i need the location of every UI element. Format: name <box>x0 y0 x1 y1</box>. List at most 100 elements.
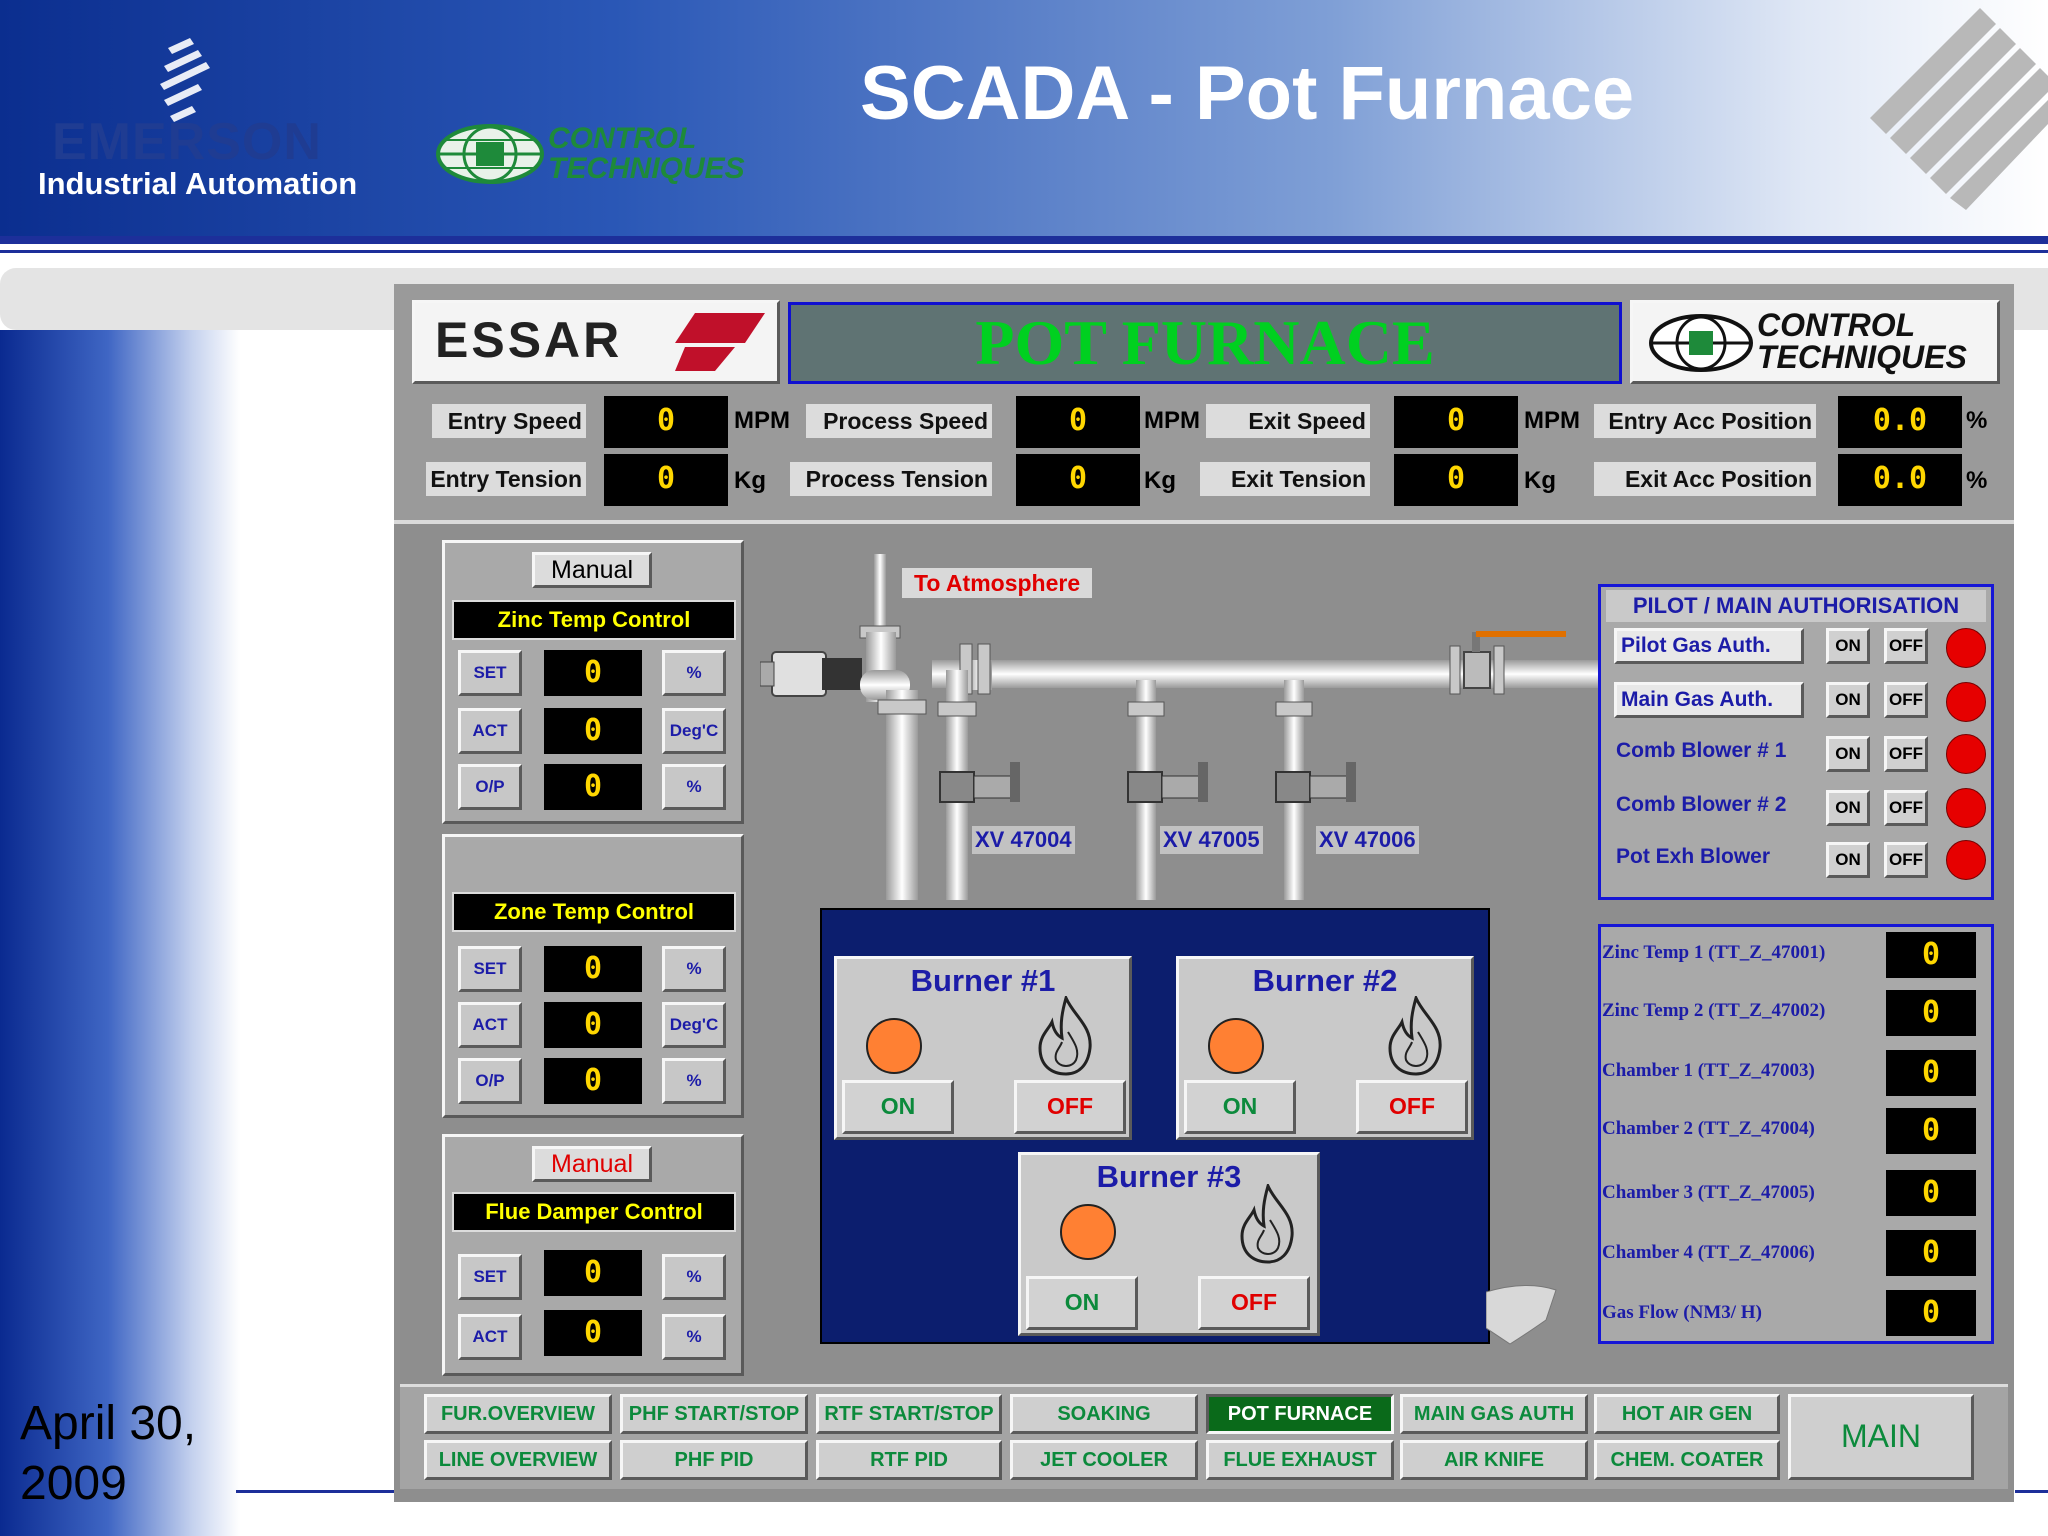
header-divider <box>0 236 2048 244</box>
main-gas-auth-label: Main Gas Auth. <box>1621 688 1774 711</box>
valve-xv47005-label: XV 47005 <box>1160 826 1263 854</box>
slide-left-gradient <box>0 330 240 1536</box>
pot-exh-blower-on-button[interactable]: ON <box>1826 842 1870 878</box>
decorative-stripes-icon <box>1870 8 2048 210</box>
nav-phf-pid[interactable]: PHF PID <box>620 1440 808 1480</box>
zone-set-value: 0 <box>544 946 642 992</box>
pilot-gas-status-led <box>1946 628 1986 668</box>
pilot-gas-auth-label: Pilot Gas Auth. <box>1621 634 1771 657</box>
entry-speed-label: Entry Speed <box>432 404 586 438</box>
sensor-chamber-2-value: 0 <box>1886 1108 1976 1154</box>
burner-1-title: Burner #1 <box>910 963 1056 998</box>
process-tension-value: 0 <box>1016 454 1140 506</box>
nav-rtf-pid[interactable]: RTF PID <box>816 1440 1002 1480</box>
burner-2-title: Burner #2 <box>1252 963 1398 998</box>
nav-line-overview[interactable]: LINE OVERVIEW <box>424 1440 612 1480</box>
header-divider-thin <box>0 250 2048 253</box>
exit-tension-value: 0 <box>1394 454 1518 506</box>
exit-tension-unit: Kg <box>1524 467 1556 494</box>
nav-fur-overview[interactable]: FUR.OVERVIEW <box>424 1394 612 1434</box>
zone-set-button[interactable]: SET <box>458 946 522 992</box>
zinc-manual-button[interactable]: Manual <box>532 552 652 588</box>
zinc-temp-control-header: Zinc Temp Control <box>452 600 736 640</box>
entry-acc-position-label: Entry Acc Position <box>1594 404 1816 438</box>
burner-3-on-button[interactable]: ON <box>1026 1276 1138 1330</box>
nav-pot-furnace[interactable]: POT FURNACE <box>1206 1394 1394 1434</box>
process-tension-label: Process Tension <box>790 462 992 496</box>
nav-main-gas-auth[interactable]: MAIN GAS AUTH <box>1400 1394 1588 1434</box>
nav-hot-air-gen[interactable]: HOT AIR GEN <box>1594 1394 1780 1434</box>
auth-panel-title: PILOT / MAIN AUTHORISATION <box>1606 590 1986 622</box>
zone-act-button[interactable]: ACT <box>458 1002 522 1048</box>
essar-swoosh-icon <box>675 313 765 371</box>
emerson-subtitle: Industrial Automation <box>38 166 358 201</box>
comb-blower-1-off-button[interactable]: OFF <box>1884 736 1928 772</box>
sensor-zinc-temp-2-value: 0 <box>1886 990 1976 1036</box>
nav-phf-start-stop[interactable]: PHF START/STOP <box>620 1394 808 1434</box>
pilot-gas-off-button[interactable]: OFF <box>1884 628 1928 664</box>
entry-acc-position-unit: % <box>1966 407 1988 434</box>
sensor-gas-flow-value: 0 <box>1886 1290 1976 1336</box>
entry-acc-position-value: 0.0 <box>1838 396 1962 448</box>
main-gas-on-button[interactable]: ON <box>1826 682 1870 718</box>
sensor-chamber-4-label: Chamber 4 (TT_Z_47006) <box>1602 1242 1815 1263</box>
flue-set-button[interactable]: SET <box>458 1254 522 1300</box>
zone-op-unit: % <box>662 1058 726 1104</box>
sensor-zinc-temp-1-value: 0 <box>1886 932 1976 978</box>
flue-manual-button[interactable]: Manual <box>532 1146 652 1182</box>
pot-exh-blower-off-button[interactable]: OFF <box>1884 842 1928 878</box>
burner-3-flame-icon <box>1240 1184 1294 1264</box>
date-line2: 2009 <box>20 1457 127 1510</box>
exit-tension-label: Exit Tension <box>1200 462 1370 496</box>
zone-op-button[interactable]: O/P <box>458 1058 522 1104</box>
nav-air-knife[interactable]: AIR KNIFE <box>1400 1440 1588 1480</box>
flue-act-value: 0 <box>544 1310 642 1356</box>
main-gas-off-button[interactable]: OFF <box>1884 682 1928 718</box>
pilot-gas-auth-box: Pilot Gas Auth. <box>1614 628 1804 664</box>
comb-blower-2-status-led <box>1946 788 1986 828</box>
scada-ct-line2: TECHNIQUES <box>1757 339 1967 375</box>
nav-jet-cooler[interactable]: JET COOLER <box>1010 1440 1198 1480</box>
comb-blower-2-on-button[interactable]: ON <box>1826 790 1870 826</box>
control-techniques-brand: CONTROL TECHNIQUES <box>548 124 745 184</box>
comb-blower-1-on-button[interactable]: ON <box>1826 736 1870 772</box>
sensor-chamber-4-value: 0 <box>1886 1230 1976 1276</box>
burner-3-off-button[interactable]: OFF <box>1198 1276 1310 1330</box>
sensor-chamber-3-value: 0 <box>1886 1170 1976 1216</box>
zinc-op-button[interactable]: O/P <box>458 764 522 810</box>
footer-line-right <box>2015 1490 2048 1493</box>
emerson-logo-icon <box>160 38 210 122</box>
flue-act-button[interactable]: ACT <box>458 1314 522 1360</box>
zinc-set-unit: % <box>662 650 726 696</box>
nav-rtf-start-stop[interactable]: RTF START/STOP <box>816 1394 1002 1434</box>
burner-2-off-button[interactable]: OFF <box>1356 1080 1468 1134</box>
entry-tension-label: Entry Tension <box>426 462 586 496</box>
emerson-brand: EMERSON <box>52 113 322 171</box>
comb-blower-2-label: Comb Blower # 2 <box>1616 793 1787 816</box>
slide-date: April 30, 2009 <box>20 1394 196 1514</box>
pot-furnace-title-box: POT FURNACE <box>788 302 1622 384</box>
comb-blower-1-label: Comb Blower # 1 <box>1616 739 1787 762</box>
burner-2-on-button[interactable]: ON <box>1184 1080 1296 1134</box>
burner-1-off-button[interactable]: OFF <box>1014 1080 1126 1134</box>
zinc-act-button[interactable]: ACT <box>458 708 522 754</box>
burner-3-lamp <box>1060 1204 1116 1260</box>
exit-speed-unit: MPM <box>1524 407 1580 434</box>
zinc-act-unit: Deg'C <box>662 708 726 754</box>
flue-damper-control-header: Flue Damper Control <box>452 1192 736 1232</box>
zone-act-unit: Deg'C <box>662 1002 726 1048</box>
pilot-gas-on-button[interactable]: ON <box>1826 628 1870 664</box>
nav-soaking[interactable]: SOAKING <box>1010 1394 1198 1434</box>
sensor-zinc-temp-1-label: Zinc Temp 1 (TT_Z_47001) <box>1602 942 1826 963</box>
process-speed-unit: MPM <box>1144 407 1200 434</box>
zone-set-unit: % <box>662 946 726 992</box>
zinc-set-button[interactable]: SET <box>458 650 522 696</box>
comb-blower-2-off-button[interactable]: OFF <box>1884 790 1928 826</box>
scada-ct-line1: CONTROL <box>1757 307 1916 343</box>
burner-1-on-button[interactable]: ON <box>842 1080 954 1134</box>
sensor-chamber-3-label: Chamber 3 (TT_Z_47005) <box>1602 1182 1815 1203</box>
zinc-op-unit: % <box>662 764 726 810</box>
nav-main-button[interactable]: MAIN <box>1788 1394 1974 1480</box>
nav-chem-coater[interactable]: CHEM. COATER <box>1594 1440 1780 1480</box>
nav-flue-exhaust[interactable]: FLUE EXHAUST <box>1206 1440 1394 1480</box>
